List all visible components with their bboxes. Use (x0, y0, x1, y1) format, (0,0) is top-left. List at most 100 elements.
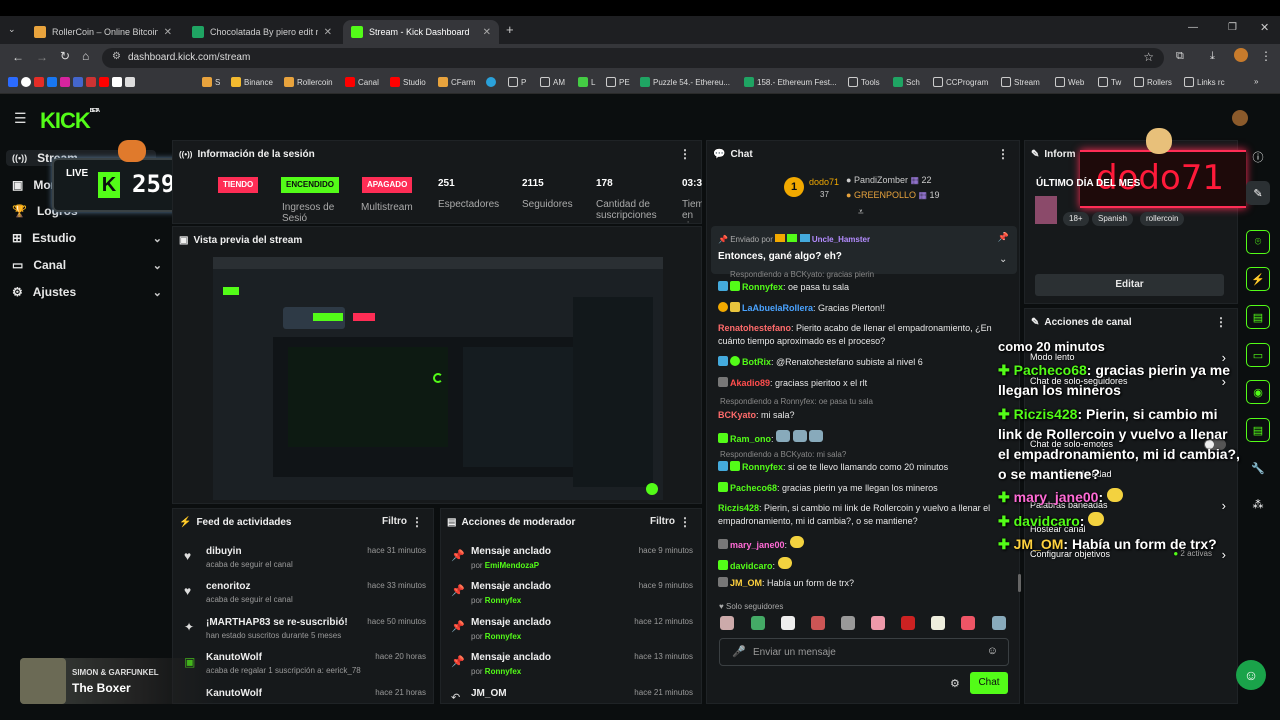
tag-pill[interactable]: Spanish (1092, 212, 1133, 226)
microphone-icon[interactable]: 🎤 (732, 645, 746, 658)
download-icon[interactable]: ⤓ (1210, 50, 1215, 63)
help-chat-icon[interactable]: ☺ (1236, 660, 1266, 690)
tab-rollercoin[interactable]: RollerCoin – Online Bitcoin Mini ✕ (26, 20, 180, 44)
bookmark-tools[interactable]: Tools (848, 77, 880, 87)
bookmark-p[interactable]: P (508, 77, 526, 87)
settings-cluster-icon[interactable]: ⁂ (1246, 492, 1270, 516)
profile-avatar[interactable] (1234, 48, 1248, 62)
tab-chocolatada[interactable]: Chocolatada By piero edit ronn ✕ (184, 20, 340, 44)
emote-icon[interactable] (841, 616, 855, 630)
bookmark-web[interactable]: Web (1055, 77, 1084, 87)
feed-row[interactable]: ♥ dibuyin acaba de seguir el canal hace 31 … (178, 543, 430, 577)
emote-icon[interactable] (871, 616, 885, 630)
pinned-message[interactable]: 📌 Enviado por Uncle_Hamster Entonces, ga… (711, 226, 1017, 274)
feed-row[interactable]: ✦ ¡MARTHAP83 se re-suscribió! han estado s… (178, 614, 430, 648)
chat-username[interactable]: Akadio89 (730, 378, 770, 388)
bookmark-l[interactable]: L (578, 77, 595, 87)
panel-menu-icon[interactable]: ⋮ (1215, 315, 1227, 329)
chat-message[interactable]: mary_jane00: (718, 536, 1014, 552)
mod-row[interactable]: 📌 Mensaje anclado por EmiMendozaP hace 9 mi… (447, 543, 697, 577)
bookmark-studio[interactable]: Studio (390, 77, 426, 87)
tab-kick-dashboard[interactable]: Stream - Kick Dashboard ✕ (343, 20, 499, 44)
category-thumbnail[interactable] (1035, 196, 1057, 224)
pinned-menu-icon[interactable]: ⋮ (999, 231, 1009, 242)
feed-row[interactable]: ♥ cenoritoz acaba de seguir el canal hace 3… (178, 578, 430, 612)
chat-message[interactable]: Renatohestefano: Pierito acabo de llenar… (718, 322, 1014, 348)
url-input[interactable]: ⚙ dashboard.kick.com/stream ☆ (102, 48, 1164, 68)
menu-kebab-icon[interactable]: ⋮ (1260, 49, 1272, 63)
chat-settings-gear-icon[interactable]: ⚙ (950, 677, 960, 690)
emote-icon[interactable] (931, 616, 945, 630)
emote-icon[interactable] (961, 616, 975, 630)
emote-icon[interactable] (901, 616, 915, 630)
chat-username[interactable]: Renatohestefano (718, 323, 791, 333)
bookmark-tw[interactable]: Tw (1098, 77, 1121, 87)
edit-button[interactable]: Editar (1035, 274, 1224, 296)
emoji-icon[interactable]: ☺ (987, 645, 998, 657)
chat-message[interactable]: BCKyato: mi sala? (718, 409, 1014, 422)
bookmark-links-rc[interactable]: Links rc (1184, 77, 1225, 87)
panel-menu-icon[interactable]: ⋮ (997, 147, 1009, 161)
chat-message[interactable]: BotRix: @Renatohestefano subiste al nive… (718, 356, 1014, 369)
chat-message[interactable]: JM_OM: Había un form de trx? (718, 577, 1014, 590)
close-window-icon[interactable]: ✕ (1260, 21, 1269, 34)
chat-message[interactable]: Pacheco68: gracias pierin ya me llegan l… (718, 482, 1014, 495)
chevron-down-icon[interactable]: ⌄ (999, 254, 1007, 265)
forward-icon[interactable]: → (36, 50, 48, 64)
bookmark-am[interactable]: AM (540, 77, 565, 87)
chat-message[interactable]: Ram_ono: (718, 430, 1014, 446)
bookmark-rollercoin[interactable]: Rollercoin (284, 77, 333, 87)
emote-icon[interactable] (992, 616, 1006, 630)
emote-icon[interactable] (720, 616, 734, 630)
wrench-icon[interactable]: 🔧 (1246, 456, 1270, 480)
chat-username[interactable]: Pacheco68 (730, 483, 777, 493)
mod-row[interactable]: 📌 Mensaje anclado por Ronnyfex hace 13 minu… (447, 649, 697, 683)
chat-message[interactable]: Riczis428: Pierin, si cambio mi link de … (718, 502, 1014, 528)
bookmark-stream[interactable]: Stream (1001, 77, 1040, 87)
restore-icon[interactable]: ❐ (1228, 22, 1237, 33)
lightning-icon[interactable]: ⚡ (1246, 267, 1270, 291)
chat-username[interactable]: BCKyato (718, 410, 756, 420)
chat-username[interactable]: BotRix (742, 357, 771, 367)
list-icon[interactable]: ▤ (1246, 418, 1270, 442)
close-icon[interactable]: ✕ (324, 27, 332, 38)
pencil-icon[interactable]: ✎ (1246, 181, 1270, 205)
user-avatar[interactable] (1232, 110, 1248, 126)
sidebar-item-estudio[interactable]: ⊞ Estudio ⌄ (12, 231, 162, 245)
chat-username[interactable]: davidcaro (730, 561, 773, 571)
bookmark-cfarm[interactable]: CFarm (438, 77, 475, 87)
mod-row[interactable]: 📌 Mensaje anclado por Ronnyfex hace 12 minu… (447, 614, 697, 648)
panel-menu-icon[interactable]: ⋮ (411, 515, 423, 529)
bookmark-s[interactable]: S (202, 77, 220, 87)
panel-menu-icon[interactable]: ⋮ (679, 147, 691, 161)
hamburger-menu-icon[interactable]: ☰ (14, 110, 27, 127)
sidebar-item-canal[interactable]: ▭ Canal ⌄ (12, 258, 162, 272)
extensions-icon[interactable]: ⧉ (1176, 50, 1184, 63)
back-icon[interactable]: ← (12, 50, 24, 64)
broadcast-icon[interactable]: ◉ (1246, 380, 1270, 404)
emote-icon[interactable] (751, 616, 765, 630)
chat-scrollbar[interactable] (1018, 574, 1021, 592)
site-info-icon[interactable]: ⚙ (112, 51, 121, 62)
info-icon[interactable]: ⓘ (1246, 145, 1270, 169)
bookmark-rollers[interactable]: Rollers (1134, 77, 1172, 87)
chat-username[interactable]: Ronnyfex (742, 462, 783, 472)
chat-send-button[interactable]: Chat (970, 672, 1008, 694)
minimize-icon[interactable]: — (1188, 22, 1198, 33)
reload-icon[interactable]: ↻ (60, 49, 70, 63)
new-tab-icon[interactable]: + (506, 22, 514, 37)
notes-icon[interactable]: ▤ (1246, 305, 1270, 329)
bookmark-telegram[interactable] (486, 77, 496, 87)
emote-icon[interactable] (781, 616, 795, 630)
bookmark-canal[interactable]: Canal (345, 77, 379, 87)
stream-preview-video[interactable] (213, 257, 663, 500)
tag-pill[interactable]: rollercoin (1140, 212, 1185, 226)
chat-bubble-icon[interactable]: ▭ (1246, 343, 1270, 367)
bookmark-puzzle[interactable]: Puzzle 54.- Ethereu... (640, 77, 730, 87)
bookmark-icons-group[interactable] (8, 77, 135, 87)
chat-username[interactable]: Ronnyfex (742, 282, 783, 292)
close-icon[interactable]: ✕ (164, 27, 172, 38)
bookmark-star-icon[interactable]: ☆ (1143, 50, 1154, 64)
emote-icon[interactable] (811, 616, 825, 630)
tab-search-icon[interactable]: ⌄ (8, 24, 16, 35)
